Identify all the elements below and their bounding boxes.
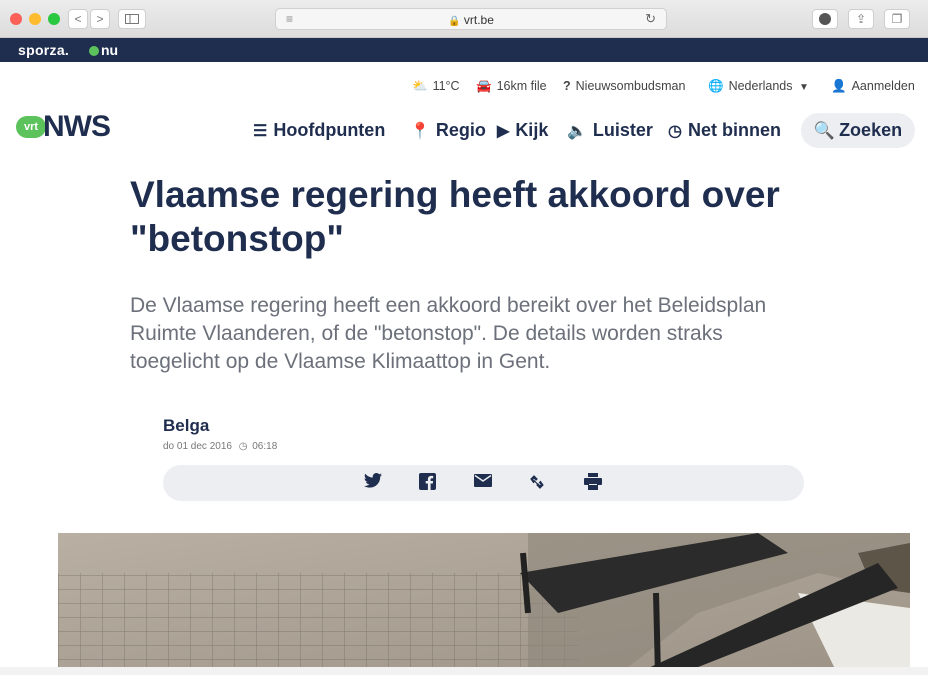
weather-link[interactable]: ⛅ 11°C <box>412 79 460 94</box>
article-author[interactable]: Belga <box>163 416 209 436</box>
vrt-badge: vrt <box>16 116 46 138</box>
login-link[interactable]: 👤 Aanmelden <box>831 79 915 94</box>
chevron-down-icon: ▼ <box>799 82 809 93</box>
clock-icon: ◷ <box>668 123 682 140</box>
nav-regio-label: Regio <box>435 120 486 140</box>
nu-link[interactable]: nu <box>89 42 118 58</box>
traffic-link[interactable]: 🚘 16km file <box>476 79 547 94</box>
article-title: Vlaamse regering heeft akkoord over "bet… <box>130 174 780 259</box>
weather-icon: ⛅ <box>412 79 428 93</box>
article-time: 06:18 <box>252 441 278 452</box>
download-icon <box>819 13 831 25</box>
sporza-link[interactable]: sporza. <box>18 42 69 58</box>
tabs-button[interactable]: ❐ <box>884 9 910 29</box>
print-icon[interactable] <box>583 473 603 493</box>
concrete-pour-illustration <box>58 533 910 675</box>
user-icon: 👤 <box>831 79 847 93</box>
share-icon: ⇪ <box>855 12 867 26</box>
list-icon: ☰ <box>253 123 268 140</box>
browser-toolbar: < > ≡ 🔒 vrt.be ↻ ⇪ ❐ <box>0 0 928 38</box>
tabs-icon: ❐ <box>891 12 903 26</box>
nav-kijk[interactable]: ▶ Kijk <box>497 120 548 141</box>
brand-bar: sporza. nu <box>0 38 928 62</box>
close-window-button[interactable] <box>10 13 22 25</box>
nu-label: nu <box>101 42 119 58</box>
search-label: Zoeken <box>839 120 903 140</box>
ombudsman-text: Nieuwsombudsman <box>575 79 686 93</box>
share-page-button[interactable]: ⇪ <box>848 9 874 29</box>
url-text: vrt.be <box>463 13 494 27</box>
play-icon: ▶ <box>497 123 510 140</box>
nav-luister[interactable]: 🔈 Luister <box>567 120 653 141</box>
link-icon[interactable] <box>527 473 547 493</box>
language-select[interactable]: 🌐 Nederlands ▼ <box>708 79 809 94</box>
forward-button[interactable]: > <box>90 9 110 29</box>
nav-regio[interactable]: 📍 Regio <box>410 120 486 141</box>
clock-icon: ◷ <box>238 441 248 452</box>
language-text: Nederlands <box>728 79 793 93</box>
question-icon: ? <box>563 79 571 93</box>
minimize-window-button[interactable] <box>29 13 41 25</box>
maximize-window-button[interactable] <box>48 13 60 25</box>
weather-text: 11°C <box>432 79 460 93</box>
article-hero-image <box>58 533 910 675</box>
search-icon: 🔍 <box>813 121 836 140</box>
speaker-icon: 🔈 <box>567 123 587 140</box>
login-text: Aanmelden <box>851 79 915 93</box>
sidebar-toggle-button[interactable] <box>118 9 146 29</box>
nav-hoofdpunten-label: Hoofdpunten <box>273 120 386 140</box>
back-button[interactable]: < <box>68 9 88 29</box>
downloads-button[interactable] <box>812 9 838 29</box>
ombudsman-link[interactable]: ? Nieuwsombudsman <box>563 79 685 93</box>
nav-kijk-label: Kijk <box>515 120 549 140</box>
article-date: do 01 dec 2016 <box>163 441 232 452</box>
sidebar-icon <box>125 14 139 24</box>
mail-icon[interactable] <box>473 473 493 493</box>
nav-luister-label: Luister <box>592 120 653 140</box>
address-bar[interactable]: ≡ 🔒 vrt.be ↻ <box>275 8 667 30</box>
share-bar <box>163 465 804 501</box>
facebook-icon[interactable] <box>417 473 437 493</box>
nav-hoofdpunten[interactable]: ☰ Hoofdpunten <box>253 120 385 141</box>
article-meta: do 01 dec 2016 ◷ 06:18 <box>163 441 277 452</box>
traffic-text: 16km file <box>496 79 547 93</box>
globe-icon: 🌐 <box>708 79 724 93</box>
search-button[interactable]: 🔍 Zoeken <box>801 113 915 148</box>
nu-logo-icon <box>89 46 99 56</box>
car-icon: 🚘 <box>476 79 492 93</box>
page-bottom-edge <box>0 667 928 675</box>
article-lead: De Vlaamse regering heeft een akkoord be… <box>130 294 767 373</box>
nav-net-binnen-label: Net binnen <box>687 120 781 140</box>
nav-net-binnen[interactable]: ◷ Net binnen <box>668 120 781 141</box>
lock-icon: 🔒 <box>448 16 461 27</box>
location-pin-icon: 📍 <box>410 123 430 140</box>
reload-icon[interactable]: ↻ <box>645 11 656 27</box>
nws-wordmark: NWS <box>43 110 111 143</box>
twitter-icon[interactable] <box>363 473 383 493</box>
